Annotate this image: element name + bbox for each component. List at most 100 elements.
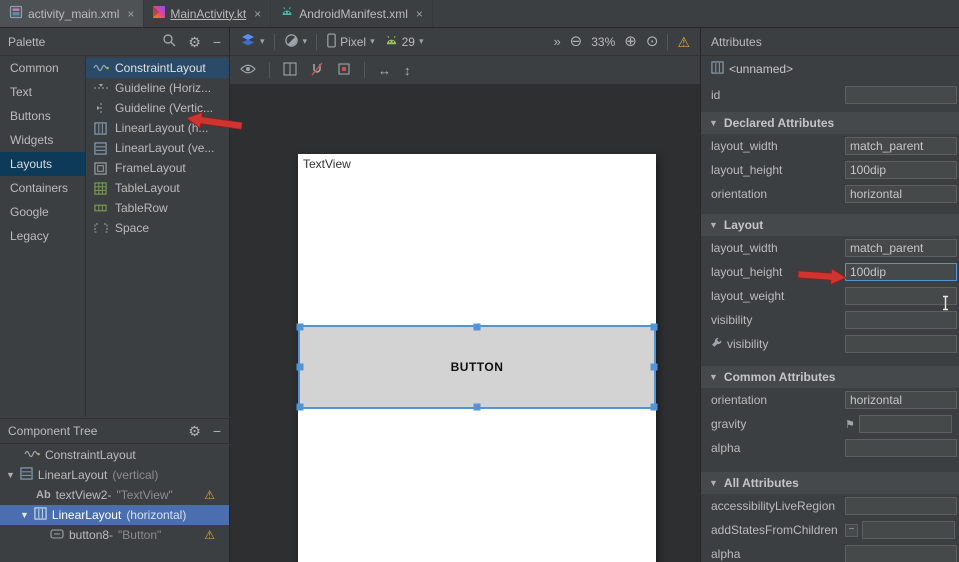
gravity-input[interactable] <box>859 415 952 433</box>
align-horizontal-icon[interactable]: ↔ <box>378 64 391 77</box>
tristate-checkbox[interactable]: − <box>845 524 858 537</box>
canvas-button[interactable]: BUTTON <box>451 360 504 374</box>
section-declared-attributes[interactable]: ▼ Declared Attributes <box>701 112 959 134</box>
palette-item-linearlayout-horizontal[interactable]: LinearLayout (h... <box>86 118 229 138</box>
toolbar-overflow-icon[interactable]: » <box>553 34 560 49</box>
category-label: Text <box>10 85 32 99</box>
layout-width-input[interactable] <box>845 239 957 257</box>
palette-item-tablelayout[interactable]: TableLayout <box>86 178 229 198</box>
palette-item-label: TableRow <box>115 201 168 215</box>
layout-width-input[interactable] <box>845 137 957 155</box>
gear-icon[interactable]: ⚙ <box>188 424 201 438</box>
warning-icon[interactable]: ⚠ <box>204 489 215 501</box>
palette-item-tablerow[interactable]: TableRow <box>86 198 229 218</box>
android-studio-layout-editor: activity_main.xml × MainActivity.kt × An… <box>0 0 959 562</box>
tools-visibility-input[interactable] <box>845 335 957 353</box>
palette-item-constraintlayout[interactable]: ConstraintLayout <box>86 58 229 78</box>
close-icon[interactable]: × <box>416 7 423 21</box>
tree-item-label: LinearLayout <box>38 468 107 482</box>
api-selector[interactable]: 29 ▾ <box>384 34 424 50</box>
design-canvas[interactable]: TextView BUTTON <box>230 84 700 562</box>
category-common[interactable]: Common <box>0 56 85 80</box>
attr-row-layout-width: layout_width <box>701 236 959 260</box>
attr-row-declared-orientation: orientation <box>701 182 959 206</box>
section-layout[interactable]: ▼ Layout <box>701 214 959 236</box>
zoom-to-fit-icon[interactable]: ⊙ <box>646 34 659 49</box>
tree-item-constraintlayout[interactable]: ConstraintLayout <box>0 445 229 465</box>
layout-weight-input[interactable] <box>845 287 957 305</box>
warnings-icon[interactable]: ⚠ <box>677 35 690 49</box>
palette-components: ConstraintLayout Guideline (Horiz... Gui… <box>85 56 230 417</box>
search-icon[interactable] <box>162 33 176 50</box>
visibility-input[interactable] <box>845 311 957 329</box>
palette-item-label: ConstraintLayout <box>115 61 206 75</box>
expand-arrow-icon[interactable]: ▼ <box>6 471 15 480</box>
category-containers[interactable]: Containers <box>0 176 85 200</box>
palette-item-linearlayout-vertical[interactable]: LinearLayout (ve... <box>86 138 229 158</box>
resize-handle-s[interactable] <box>474 404 481 411</box>
view-options-eye-icon[interactable] <box>240 63 256 78</box>
palette-item-space[interactable]: Space <box>86 218 229 238</box>
tab-androidmanifest-xml[interactable]: AndroidManifest.xml × <box>271 0 433 27</box>
palette-item-guideline-vertical[interactable]: Guideline (Vertic... <box>86 98 229 118</box>
tree-item-label: LinearLayout <box>52 508 121 522</box>
device-screen[interactable]: TextView BUTTON <box>298 154 656 562</box>
default-margins-icon[interactable] <box>337 62 351 79</box>
attr-label: orientation <box>711 187 845 201</box>
alpha-input[interactable] <box>845 545 957 562</box>
canvas-textview[interactable]: TextView <box>303 157 351 171</box>
tree-item-textview2[interactable]: Ab textView2- "TextView" ⚠ <box>0 485 229 505</box>
close-icon[interactable]: × <box>254 7 261 21</box>
selected-linearlayout[interactable]: BUTTON <box>298 325 656 409</box>
theme-selector[interactable]: ▾ <box>284 33 308 51</box>
resize-handle-se[interactable] <box>651 404 658 411</box>
resize-handle-ne[interactable] <box>651 324 658 331</box>
section-collapse-icon: ▼ <box>709 119 718 128</box>
attr-row-declared-layout-width: layout_width <box>701 134 959 158</box>
tab-mainactivity-kt[interactable]: MainActivity.kt × <box>144 0 271 27</box>
category-legacy[interactable]: Legacy <box>0 224 85 248</box>
category-layouts[interactable]: Layouts <box>0 152 85 176</box>
resize-handle-nw[interactable] <box>297 324 304 331</box>
category-google[interactable]: Google <box>0 200 85 224</box>
design-surface-selector[interactable]: ▾ <box>240 32 265 51</box>
device-selector[interactable]: Pixel ▾ <box>326 33 375 51</box>
accessibilityliveregion-input[interactable] <box>845 497 957 515</box>
alpha-input[interactable] <box>845 439 957 457</box>
tree-item-linearlayout-horizontal[interactable]: ▼ LinearLayout (horizontal) <box>0 505 229 525</box>
category-widgets[interactable]: Widgets <box>0 128 85 152</box>
category-text[interactable]: Text <box>0 80 85 104</box>
addstatesfromchildren-input[interactable] <box>862 521 955 539</box>
warning-icon[interactable]: ⚠ <box>204 529 215 541</box>
tab-activity-main-xml[interactable]: activity_main.xml × <box>0 0 144 27</box>
zoom-out-icon[interactable]: ⊖ <box>570 34 583 49</box>
resize-handle-e[interactable] <box>651 364 658 371</box>
resize-handle-w[interactable] <box>297 364 304 371</box>
resize-handle-n[interactable] <box>474 324 481 331</box>
layout-height-input[interactable] <box>845 161 957 179</box>
section-common-attributes[interactable]: ▼ Common Attributes <box>701 366 959 388</box>
orientation-input[interactable] <box>845 391 957 409</box>
close-icon[interactable]: × <box>127 7 134 21</box>
expand-arrow-icon[interactable]: ▼ <box>20 511 29 520</box>
tree-item-linearlayout-vertical[interactable]: ▼ LinearLayout (vertical) <box>0 465 229 485</box>
zoom-in-icon[interactable]: ⊕ <box>624 34 637 49</box>
id-input[interactable] <box>845 86 957 104</box>
resize-handle-sw[interactable] <box>297 404 304 411</box>
layout-height-input[interactable] <box>845 263 957 281</box>
palette-item-guideline-horizontal[interactable]: Guideline (Horiz... <box>86 78 229 98</box>
category-buttons[interactable]: Buttons <box>0 104 85 128</box>
category-label: Google <box>10 205 49 219</box>
gear-icon[interactable]: ⚙ <box>188 35 201 49</box>
hide-panel-icon[interactable]: − <box>213 35 221 49</box>
section-all-attributes[interactable]: ▼ All Attributes <box>701 472 959 494</box>
linearlayout-vertical-icon <box>20 467 33 483</box>
align-vertical-icon[interactable]: ↕ <box>404 64 411 77</box>
magnet-off-icon[interactable] <box>310 62 324 79</box>
flag-icon[interactable]: ⚑ <box>845 418 855 431</box>
orientation-input[interactable] <box>845 185 957 203</box>
palette-item-framelayout[interactable]: FrameLayout <box>86 158 229 178</box>
hide-panel-icon[interactable]: − <box>213 424 221 438</box>
blueprint-split-icon[interactable] <box>283 62 297 79</box>
tree-item-button8[interactable]: button8- "Button" ⚠ <box>0 525 229 545</box>
